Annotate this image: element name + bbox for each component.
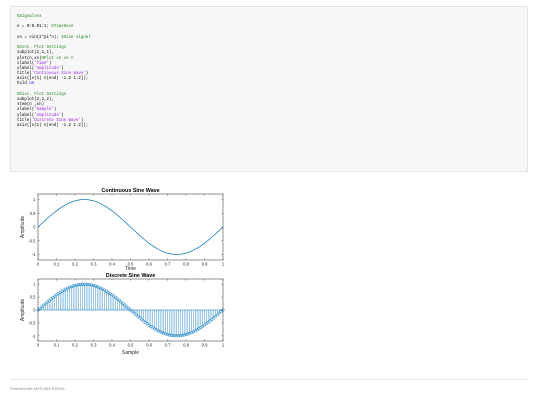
x-tick-label: 0.8 [183,343,189,348]
published-footer: Published with MATLAB® R2022a [10,387,65,391]
chart-title: Discrete Sine Wave [106,273,156,279]
x-tick-label: 0 [37,262,40,267]
x-axis-label: Time [125,266,136,272]
x-tick-label: 1 [222,262,225,267]
x-tick-label: 0.4 [109,343,115,348]
y-tick-label: 0.5 [30,211,36,216]
continuous-sine-plot: Continuous Sine Wave Time Amplitude 0 0.1… [20,188,225,272]
y-axis-label: Amplitude [20,216,26,238]
x-tick-label: 0.3 [91,343,97,348]
y-axis-label: Amplitude [20,299,26,321]
x-tick-label: 0.3 [91,262,97,267]
footer-divider [10,379,528,380]
x-tick-label: 0.4 [109,262,115,267]
x-tick-label: 0.6 [146,343,152,348]
y-tick-label: -1 [32,333,36,338]
x-tick-label: 1 [222,343,225,348]
discrete-sine-plot: Discrete Sine Wave Sample Amplitude 0 0.1… [20,273,225,356]
x-axis-label: Sample [122,350,139,356]
y-tick-label: -0.5 [28,320,36,325]
x-tick-label: 0.8 [183,262,189,267]
y-tick-label: 0 [33,225,36,230]
y-tick-label: 0 [33,308,36,313]
x-tick-label: 0.5 [128,262,134,267]
y-tick-label: -1 [32,252,36,257]
y-tick-label: 1 [33,282,36,287]
y-tick-label: -0.5 [28,238,36,243]
y-tick-label: 0.5 [30,295,36,300]
x-tick-label: 0.5 [128,343,134,348]
figure: Continuous Sine Wave Time Amplitude 0 0.1… [20,188,225,356]
x-tick-label: 0 [37,343,40,348]
x-tick-label: 0.9 [202,343,208,348]
x-tick-label: 0.2 [72,262,78,267]
x-tick-label: 0.7 [165,343,171,348]
x-tick-label: 0.9 [202,262,208,267]
x-tick-label: 0.1 [54,343,60,348]
x-tick-label: 0.1 [54,262,60,267]
x-tick-label: 0.6 [146,262,152,267]
x-tick-label: 0.2 [72,343,78,348]
x-tick-label: 0.7 [165,262,171,267]
chart-title: Continuous Sine Wave [101,188,159,194]
y-tick-label: 1 [33,197,36,202]
